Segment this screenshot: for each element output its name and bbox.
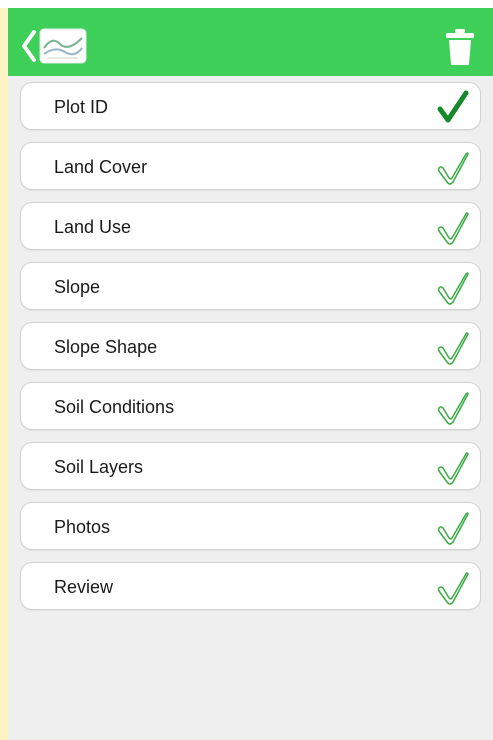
trash-icon (446, 29, 474, 65)
check-outline-icon (437, 512, 469, 545)
delete-button[interactable] (445, 28, 475, 66)
back-button[interactable] (20, 24, 92, 68)
section-row-plot-id[interactable]: Plot ID (20, 82, 481, 130)
check-outline-icon (437, 452, 469, 485)
section-label: Soil Conditions (54, 397, 175, 417)
section-label: Plot ID (54, 97, 109, 117)
section-label: Soil Layers (54, 457, 144, 477)
section-label: Photos (54, 517, 111, 537)
section-row-slope-shape[interactable]: Slope Shape (20, 322, 481, 370)
section-row-review[interactable]: Review (20, 562, 481, 610)
left-edge-strip (0, 0, 8, 740)
section-label: Slope Shape (54, 337, 158, 357)
section-row-land-cover[interactable]: Land Cover (20, 142, 481, 190)
section-label: Land Cover (54, 157, 148, 177)
check-outline-icon (437, 572, 469, 605)
section-row-slope[interactable]: Slope (20, 262, 481, 310)
check-outline-icon (437, 152, 469, 185)
section-label: Slope (54, 277, 101, 297)
check-outline-icon (437, 272, 469, 305)
section-list: Plot ID Land Cover Land Use Slope Slope Shap… (20, 82, 481, 622)
section-row-soil-layers[interactable]: Soil Layers (20, 442, 481, 490)
chevron-left-icon (22, 28, 87, 64)
landscape-logo-icon (39, 28, 87, 64)
section-label: Land Use (54, 217, 132, 237)
section-row-photos[interactable]: Photos (20, 502, 481, 550)
check-bold-icon (437, 90, 469, 123)
check-outline-icon (437, 332, 469, 365)
app-screen: Plot ID Land Cover Land Use Slope Slope Shap… (8, 8, 493, 740)
header-bar (8, 8, 493, 76)
section-row-soil-conditions[interactable]: Soil Conditions (20, 382, 481, 430)
check-outline-icon (437, 212, 469, 245)
top-edge-strip (0, 0, 493, 8)
check-outline-icon (437, 392, 469, 425)
section-row-land-use[interactable]: Land Use (20, 202, 481, 250)
section-label: Review (54, 577, 114, 597)
